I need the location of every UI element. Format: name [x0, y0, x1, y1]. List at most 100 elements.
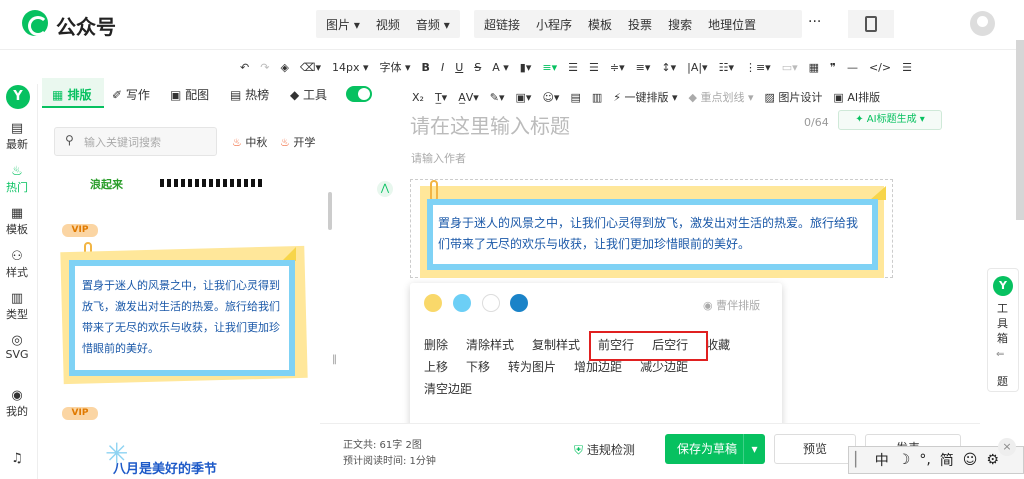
headset-icon[interactable]: ♫: [0, 452, 34, 466]
phone-preview-button[interactable]: [848, 10, 894, 38]
editor-content[interactable]: 置身于迷人的风景之中，让我们心灵得到放飞，激发出对生活的热爱。旅行给我们带来了无…: [438, 213, 868, 255]
table-icon[interactable]: ▦: [809, 61, 819, 74]
panel-toggle[interactable]: [346, 86, 372, 102]
author-input[interactable]: 请输入作者: [411, 150, 466, 166]
underline-icon[interactable]: U: [455, 61, 463, 74]
bold-icon[interactable]: B: [422, 61, 430, 74]
copy-style-button[interactable]: 复制样式: [532, 334, 580, 356]
clear-margin-button[interactable]: 清空边距: [424, 378, 472, 400]
clear-style-button[interactable]: 清除样式: [466, 334, 514, 356]
emoji-icon[interactable]: ☺: [963, 452, 978, 468]
insert-video-button[interactable]: 视频: [376, 16, 400, 33]
one-click-layout-button[interactable]: ⚡ 一键排版 ▾: [613, 89, 677, 105]
spacing-icon[interactable]: A̲V▾: [458, 91, 479, 104]
insert-image-button[interactable]: 图片 ▾: [326, 16, 360, 33]
ai-layout-button[interactable]: ▣ AI排版: [833, 89, 880, 105]
magic-wand-icon[interactable]: ✎▾: [490, 91, 505, 104]
tab-image[interactable]: ▣ 配图: [170, 86, 209, 103]
color-swatch-blue[interactable]: [510, 294, 528, 312]
line-height-icon[interactable]: ≑▾: [610, 61, 625, 74]
toolbox-panel[interactable]: Y 工具箱 ⇐ 题: [987, 268, 1019, 392]
save-dropdown-icon[interactable]: ▾: [743, 434, 765, 464]
preview-button[interactable]: 预览: [774, 434, 856, 464]
rail-item-hot[interactable]: ♨ 热门: [0, 165, 34, 195]
highlight-button[interactable]: ◆ 重点划线 ▾: [689, 89, 754, 105]
divider-style-icon[interactable]: ▭▾: [782, 61, 798, 74]
rail-item-style[interactable]: ⚇ 样式: [0, 250, 34, 280]
undo-icon[interactable]: ↶: [240, 61, 249, 74]
insert-audio-button[interactable]: 音频 ▾: [416, 16, 450, 33]
background-color-icon[interactable]: ▮▾: [520, 61, 532, 74]
html-icon[interactable]: ▤: [570, 91, 580, 104]
rail-item-type[interactable]: ▥ 类型: [0, 292, 34, 322]
moon-icon[interactable]: ☽: [898, 452, 911, 468]
code-icon[interactable]: </>: [869, 61, 891, 74]
clear-format-icon[interactable]: ⌫▾: [300, 61, 321, 74]
title-input[interactable]: 请在这里输入标题: [410, 110, 570, 139]
image-icon[interactable]: ▣▾: [516, 91, 532, 104]
block-handle-icon[interactable]: ⋀: [377, 181, 393, 197]
font-size-select[interactable]: 14px ▾: [332, 61, 369, 74]
emoji-icon[interactable]: ☺▾: [542, 91, 559, 104]
text-effect-icon[interactable]: T̲▾: [435, 91, 447, 104]
lock-layout-toggle[interactable]: ◉ 曹伴排版: [703, 297, 760, 313]
favorite-button[interactable]: 收藏: [706, 334, 730, 356]
rail-item-mine[interactable]: ◉ 我的: [0, 389, 34, 419]
compliance-check-button[interactable]: ⛨ 违规检测: [574, 441, 635, 458]
rail-item-svg[interactable]: ◎ SVG: [0, 334, 34, 362]
gear-icon[interactable]: ⚙: [986, 452, 999, 468]
font-color-icon[interactable]: A ▾: [492, 61, 509, 74]
align-left-icon[interactable]: ≡▾: [542, 61, 557, 74]
move-down-button[interactable]: 下移: [466, 356, 490, 378]
tag-mid-autumn[interactable]: ♨ 中秋: [232, 134, 267, 150]
panel-scrollbar[interactable]: [328, 192, 332, 230]
numbered-list-icon[interactable]: ⋮≡▾: [745, 61, 771, 74]
indent-icon[interactable]: ☰: [568, 61, 578, 74]
rail-item-latest[interactable]: ▤ 最新: [0, 122, 34, 152]
save-draft-button[interactable]: 保存为草稿 ▾: [665, 434, 765, 464]
list-icon[interactable]: ☷▾: [719, 61, 734, 74]
insert-location-button[interactable]: 地理位置: [708, 16, 756, 33]
ai-title-button[interactable]: ✦ AI标题生成 ▾: [838, 110, 942, 130]
tab-layout[interactable]: ▦ 排版: [52, 86, 92, 103]
italic-icon[interactable]: I: [441, 61, 444, 74]
color-swatch-white[interactable]: [482, 294, 500, 312]
text-indent-icon[interactable]: |A|▾: [687, 61, 707, 74]
page-scrollbar[interactable]: [1016, 40, 1024, 220]
redo-icon[interactable]: ↷: [260, 61, 269, 74]
color-swatch-yellow[interactable]: [424, 294, 442, 312]
avatar[interactable]: [970, 11, 995, 36]
insert-template-button[interactable]: 模板: [588, 16, 612, 33]
tag-school[interactable]: ♨ 开学: [280, 134, 315, 150]
close-icon[interactable]: ×: [998, 438, 1016, 456]
insert-vote-button[interactable]: 投票: [628, 16, 652, 33]
script-toggle[interactable]: 简: [940, 450, 954, 470]
font-family-select[interactable]: 字体 ▾: [380, 59, 411, 75]
image-design-button[interactable]: ▨ 图片设计: [765, 89, 823, 105]
punctuation-toggle[interactable]: °,: [919, 452, 930, 468]
more-icon[interactable]: ☰: [902, 61, 912, 74]
delete-button[interactable]: 删除: [424, 334, 448, 356]
rail-item-template[interactable]: ▦ 模板: [0, 207, 34, 237]
ime-mode-toggle[interactable]: 中: [875, 450, 889, 470]
subscript-icon[interactable]: X₂: [412, 91, 424, 104]
outdent-icon[interactable]: ☰: [589, 61, 599, 74]
tab-hot-list[interactable]: ▤ 热榜: [230, 86, 269, 103]
quote-icon[interactable]: ❞: [830, 61, 836, 74]
more-menu-icon[interactable]: ···: [808, 14, 821, 30]
collapse-arrow-icon[interactable]: ⇐: [996, 349, 1004, 360]
convert-image-button[interactable]: 转为图片: [508, 356, 556, 378]
tab-write[interactable]: ✐ 写作: [112, 86, 150, 103]
insert-link-button[interactable]: 超链接: [484, 16, 520, 33]
briefcase-icon[interactable]: ▥: [592, 91, 602, 104]
ime-handle[interactable]: ▏: [855, 452, 866, 468]
strikethrough-icon[interactable]: S: [474, 61, 481, 74]
format-painter-icon[interactable]: ◈: [280, 61, 288, 74]
insert-miniprogram-button[interactable]: 小程序: [536, 16, 572, 33]
insert-search-button[interactable]: 搜索: [668, 16, 692, 33]
move-up-button[interactable]: 上移: [424, 356, 448, 378]
paragraph-spacing-icon[interactable]: ≡▾: [636, 61, 651, 74]
color-swatch-lightblue[interactable]: [453, 294, 471, 312]
letter-spacing-icon[interactable]: ↕▾: [661, 61, 676, 74]
style-strip[interactable]: 浪起来: [90, 177, 265, 191]
